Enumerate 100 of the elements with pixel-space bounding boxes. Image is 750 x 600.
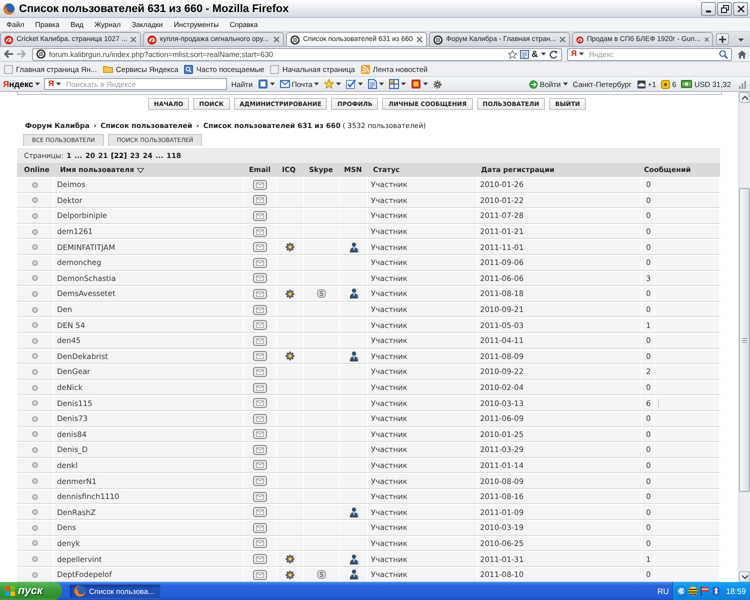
- envelope-icon[interactable]: [253, 538, 267, 548]
- envelope-icon[interactable]: [253, 273, 267, 284]
- flower-icon[interactable]: [285, 351, 295, 362]
- checkmark-icon[interactable]: [346, 79, 356, 89]
- caret-icon[interactable]: [358, 82, 364, 86]
- caret-icon[interactable]: [738, 38, 744, 42]
- folder-icon: [102, 65, 113, 73]
- start-button[interactable]: пуск: [0, 582, 62, 600]
- envelope-icon[interactable]: [253, 258, 267, 268]
- list-icon[interactable]: [520, 50, 528, 58]
- flower-icon[interactable]: [285, 554, 295, 564]
- caret-icon[interactable]: [35, 82, 40, 86]
- grip-icon: [742, 338, 747, 342]
- envelope-icon[interactable]: [253, 180, 267, 190]
- envelope-icon[interactable]: [253, 414, 267, 424]
- language-indicator[interactable]: RU: [657, 586, 669, 596]
- search-icon[interactable]: [719, 50, 728, 58]
- envelope-icon[interactable]: [253, 429, 267, 440]
- firefox-icon: [3, 2, 15, 14]
- person-icon[interactable]: [348, 350, 358, 362]
- person-icon[interactable]: [348, 506, 358, 518]
- star-icon[interactable]: [324, 79, 334, 89]
- caret-icon[interactable]: [336, 82, 342, 86]
- minimize-button[interactable]: [701, 2, 716, 16]
- star-icon[interactable]: [508, 50, 516, 58]
- bubble-icon[interactable]: [317, 289, 326, 298]
- envelope-icon[interactable]: [253, 507, 267, 518]
- caret-icon[interactable]: [56, 82, 61, 86]
- envelope-icon[interactable]: [253, 351, 267, 362]
- caret-icon[interactable]: [541, 52, 546, 56]
- sort-icon[interactable]: [137, 168, 144, 172]
- scrollbar-thumb[interactable]: [739, 188, 750, 492]
- flower-icon[interactable]: [285, 288, 295, 299]
- round-badge-icon: [661, 80, 670, 88]
- close-icon[interactable]: [130, 36, 137, 43]
- envelope-icon[interactable]: [253, 304, 267, 315]
- envelope-icon[interactable]: [253, 460, 267, 470]
- envelope-icon[interactable]: [253, 570, 267, 580]
- caret-up-icon: [742, 96, 748, 100]
- addon-button[interactable]: &: [532, 49, 538, 59]
- magnifier-tile-icon: [184, 64, 194, 74]
- striped-ball-icon[interactable]: [688, 586, 698, 596]
- caret-icon[interactable]: [379, 82, 384, 86]
- close-icon[interactable]: [416, 36, 423, 43]
- envelope-icon[interactable]: [253, 210, 267, 221]
- engine-logo[interactable]: Я: [571, 49, 577, 59]
- bubble-icon[interactable]: [317, 570, 326, 580]
- caret-icon[interactable]: [401, 82, 406, 86]
- caret-icon[interactable]: [270, 82, 275, 86]
- close-icon[interactable]: [273, 36, 280, 43]
- caret-icon: [562, 82, 568, 86]
- chevron-circle-icon[interactable]: [676, 586, 686, 596]
- envelope-icon[interactable]: [253, 226, 267, 237]
- envelope-icon[interactable]: [253, 288, 267, 299]
- envelope-icon[interactable]: [253, 444, 267, 455]
- scroll-down-button[interactable]: [739, 571, 750, 582]
- search-logo[interactable]: Я: [48, 79, 54, 89]
- flower-icon[interactable]: [285, 570, 295, 580]
- envelope-icon[interactable]: [253, 336, 267, 346]
- envelope-icon[interactable]: [253, 522, 267, 533]
- envelope-icon[interactable]: [253, 554, 267, 564]
- envelope-icon[interactable]: [253, 492, 267, 502]
- firefox-icon: [74, 585, 86, 597]
- envelope-icon[interactable]: [253, 366, 267, 377]
- caret-icon[interactable]: [578, 52, 584, 56]
- person-icon[interactable]: [348, 288, 358, 300]
- envelope-icon[interactable]: [253, 476, 267, 486]
- envelope-icon[interactable]: [253, 320, 267, 330]
- grid-icon[interactable]: [389, 79, 400, 89]
- close-button[interactable]: [733, 2, 748, 16]
- envelope-icon[interactable]: [253, 398, 267, 408]
- home-icon[interactable]: [737, 50, 747, 58]
- person-icon[interactable]: [348, 569, 358, 580]
- close-icon[interactable]: [559, 36, 566, 43]
- envelope-icon[interactable]: [253, 382, 267, 393]
- reload-icon[interactable]: [549, 50, 558, 58]
- document-icon[interactable]: [368, 79, 378, 89]
- restore-button[interactable]: [717, 2, 732, 16]
- caret-down-icon: [742, 574, 748, 578]
- caret-icon[interactable]: [423, 82, 428, 86]
- caret-icon: [314, 82, 320, 86]
- dotted-page-icon: [4, 64, 13, 74]
- nested-squares-icon[interactable]: [411, 79, 422, 89]
- cloud-icon: [636, 80, 646, 88]
- flag-icon[interactable]: [700, 586, 710, 596]
- feed-icon: [360, 64, 370, 74]
- scroll-up-button[interactable]: [739, 92, 750, 103]
- new-tab-button[interactable]: [716, 33, 729, 45]
- envelope-icon[interactable]: [253, 195, 267, 206]
- envelope-icon[interactable]: [253, 242, 267, 252]
- person-icon[interactable]: [348, 554, 358, 565]
- back-arrow-icon[interactable]: [3, 49, 14, 59]
- square-tile-icon[interactable]: [258, 79, 268, 89]
- toolbar-logo[interactable]: Яндекс: [3, 79, 34, 89]
- person-icon[interactable]: [348, 242, 358, 253]
- bluetooth-icon[interactable]: [712, 586, 720, 596]
- close-icon[interactable]: [704, 36, 709, 43]
- flower-icon[interactable]: [285, 242, 295, 252]
- plus-icon: [719, 36, 726, 42]
- settings-icon[interactable]: [433, 80, 442, 88]
